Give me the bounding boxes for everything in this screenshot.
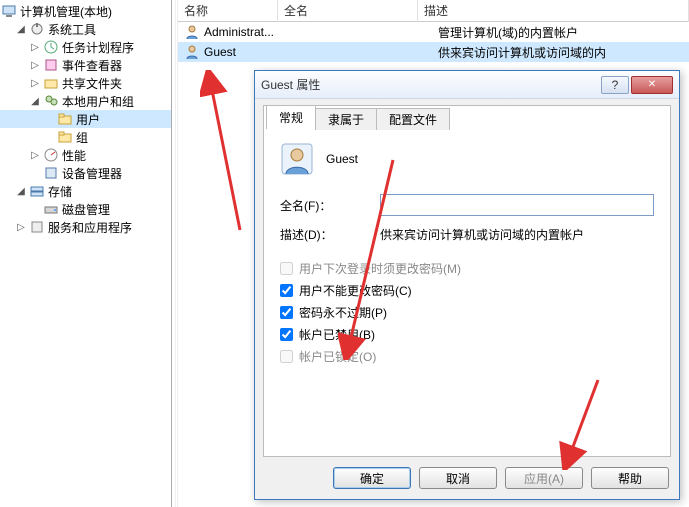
tab-memberof[interactable]: 隶属于 [315,108,377,130]
folder-icon [57,111,73,127]
tree-users[interactable]: · 用户 [0,110,171,128]
share-icon [43,75,59,91]
tab-content: Guest 全名(F)： 描述(D)： 供来宾访问计算机或访问域的内置帐户 用户… [264,130,670,456]
properties-dialog: Guest 属性 ? ✕ 常规 隶属于 配置文件 Guest 全名(F)： 描述… [254,70,680,500]
tree-shared-folders[interactable]: ▷ 共享文件夹 [0,74,171,92]
check-cannot-change[interactable]: 用户不能更改密码(C) [280,279,654,301]
desc-label: 描述(D)： [280,226,380,243]
event-icon [43,57,59,73]
dialog-titlebar[interactable]: Guest 属性 ? ✕ [255,71,679,99]
dialog-buttons: 确定 取消 应用(A) 帮助 [333,467,669,489]
apply-button[interactable]: 应用(A) [505,467,583,489]
tab-general[interactable]: 常规 [266,105,316,129]
services-icon [29,219,45,235]
tree-panel: 计算机管理(本地) ◢ 系统工具 ▷ 任务计划程序 ▷ 事件查看器 ▷ 共享文件… [0,0,172,507]
tree-local-users[interactable]: ◢ 本地用户和组 [0,92,171,110]
tree-root-label: 计算机管理(本地) [20,3,112,20]
list-row[interactable]: Administrat... 管理计算机(域)的内置帐户 [178,22,689,42]
fullname-input[interactable] [380,194,654,216]
expand-icon[interactable]: ◢ [14,22,28,36]
tree-services-apps[interactable]: ▷ 服务和应用程序 [0,218,171,236]
dialog-body: 常规 隶属于 配置文件 Guest 全名(F)： 描述(D)： 供来宾访问计算机… [263,105,671,457]
desc-text: 供来宾访问计算机或访问域的内置帐户 [380,226,654,243]
tree-storage[interactable]: ◢ 存储 [0,182,171,200]
check-must-change: 用户下次登录时须更改密码(M) [280,257,654,279]
checkbox-never-expire[interactable] [280,306,293,319]
username-text: Guest [326,152,358,166]
clock-icon [43,39,59,55]
checkbox-disabled[interactable] [280,328,293,341]
col-desc[interactable]: 描述 [418,0,689,22]
help-button[interactable]: ? [601,76,629,94]
perf-icon [43,147,59,163]
cancel-button[interactable]: 取消 [419,467,497,489]
dialog-help-button[interactable]: 帮助 [591,467,669,489]
storage-icon [29,183,45,199]
user-icon [184,44,200,60]
check-locked: 帐户已锁定(O) [280,345,654,367]
user-avatar-icon [280,142,314,176]
col-name[interactable]: 名称 [178,0,278,22]
tree-performance[interactable]: ▷ 性能 [0,146,171,164]
disk-icon [43,201,59,217]
user-icon [184,24,200,40]
close-button[interactable]: ✕ [631,76,673,94]
dialog-title: Guest 属性 [261,76,599,93]
collapse-icon[interactable]: ▷ [28,40,42,54]
tree-system-tools[interactable]: ◢ 系统工具 [0,20,171,38]
tools-icon [29,21,45,37]
folder-icon [57,129,73,145]
tree-event-viewer[interactable]: ▷ 事件查看器 [0,56,171,74]
tree-root[interactable]: 计算机管理(本地) [0,2,171,20]
fullname-label: 全名(F)： [280,197,380,214]
tab-strip: 常规 隶属于 配置文件 [266,105,670,129]
check-never-expire[interactable]: 密码永不过期(P) [280,301,654,323]
checkbox-must-change [280,262,293,275]
list-row[interactable]: Guest 供来宾访问计算机或访问域的内 [178,42,689,62]
check-disabled[interactable]: 帐户已禁用(B) [280,323,654,345]
tree-groups[interactable]: · 组 [0,128,171,146]
ok-button[interactable]: 确定 [333,467,411,489]
col-fullname[interactable]: 全名 [278,0,418,22]
tree-device-manager[interactable]: · 设备管理器 [0,164,171,182]
computer-icon [1,3,17,19]
checkbox-locked [280,350,293,363]
checkbox-cannot-change[interactable] [280,284,293,297]
users-icon [43,93,59,109]
list-header: 名称 全名 描述 [178,0,689,22]
device-icon [43,165,59,181]
tab-profile[interactable]: 配置文件 [376,108,450,130]
tree-disk-management[interactable]: · 磁盘管理 [0,200,171,218]
tree-task-scheduler[interactable]: ▷ 任务计划程序 [0,38,171,56]
